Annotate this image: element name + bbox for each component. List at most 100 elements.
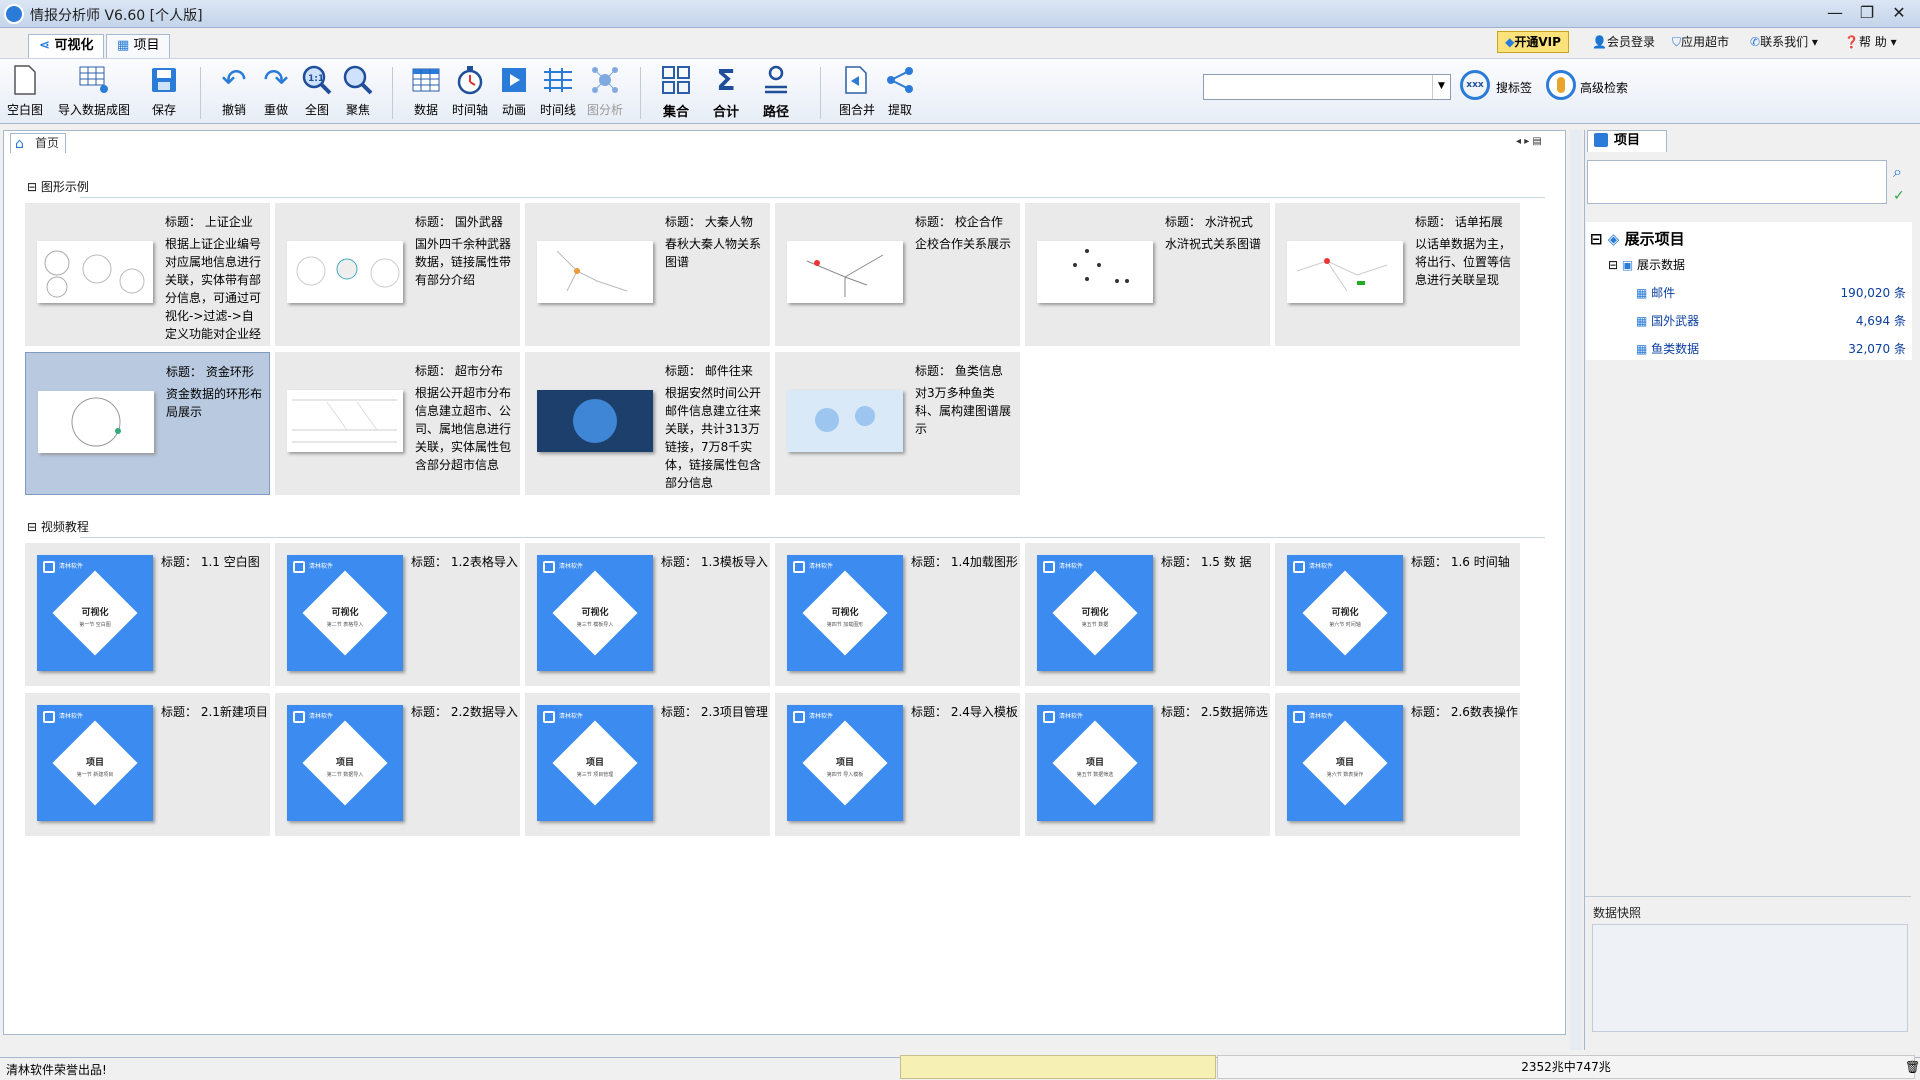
video-card[interactable]: 清林软件 可视化 第六节 时间轴 标题： 1.6 时间轴 (1275, 543, 1520, 686)
animation-button[interactable]: 动画 (496, 63, 532, 123)
example-card[interactable]: 标题： 上证企业 根据上证企业编号对应属地信息进行关联，实体带有部分信息，可通过可… (25, 203, 270, 346)
table-icon: ▦ (1636, 342, 1648, 356)
section-videos[interactable]: ⊟ 视频教程 (27, 518, 89, 535)
video-title: 标题： 2.5数据筛选 (1161, 705, 1268, 719)
minimize-icon[interactable]: — (1820, 1, 1850, 25)
video-card[interactable]: 清林软件 可视化 第五节 数据 标题： 1.5 数 据 (1025, 543, 1270, 686)
example-card[interactable]: 标题： 校企合作 企校合作关系展示 (775, 203, 1020, 346)
tree-item[interactable]: ▦ 邮件 190,020 条 (1636, 284, 1906, 302)
example-card[interactable]: 标题： 大秦人物 春秋大秦人物关系图谱 (525, 203, 770, 346)
example-card[interactable]: 标题： 超市分布 根据公开超市分布信息建立超市、公司、属地信息进行关联，实体属性包… (275, 352, 520, 495)
video-brand: 清林软件 (559, 713, 584, 720)
tab-nav-arrows[interactable]: ◂ ▸ ▤ (1516, 136, 1542, 147)
redo-button[interactable]: ↷ 重做 (258, 63, 294, 123)
collection-icon (659, 63, 693, 97)
blank-graph-button[interactable]: 空白图 (4, 63, 46, 123)
example-card[interactable]: 标题： 水浒祝式 水浒祝式关系图谱 (1025, 203, 1270, 346)
video-thumbnail: 清林软件 项目 第二节 数据导入 (287, 705, 403, 821)
tab-visualization[interactable]: ⋖ 可视化 (28, 34, 105, 58)
shop-icon: ⛉ (1672, 35, 1682, 49)
tab-home[interactable]: ⌂ 首页 (10, 133, 67, 153)
timeline-axis-button[interactable]: 时间轴 (449, 63, 491, 123)
memory-status: 2352兆中747兆 (1217, 1055, 1915, 1079)
collection-button[interactable]: 集合 (656, 63, 696, 123)
search-icon[interactable]: ⌕ (1893, 162, 1902, 182)
video-brand: 清林软件 (559, 563, 584, 570)
search-input[interactable]: ▼ (1203, 74, 1451, 100)
tree-item[interactable]: ▦ 鱼类数据 32,070 条 (1636, 340, 1906, 358)
example-desc: 春秋大秦人物关系图谱 (665, 237, 762, 269)
example-title: 标题： 话单拓展 (1415, 215, 1503, 229)
example-title: 标题： 国外武器 (415, 215, 503, 229)
merge-label: 图合并 (838, 103, 875, 117)
project-search-input[interactable] (1587, 160, 1887, 204)
extract-button[interactable]: 提取 (882, 63, 918, 123)
brand-logo-icon (793, 711, 805, 723)
tree-item[interactable]: ▦ 国外武器 4,694 条 (1636, 312, 1906, 330)
undo-button[interactable]: ↶ 撤销 (216, 63, 252, 123)
login-link[interactable]: 👤会员登录 (1592, 33, 1655, 50)
sigma-icon: Σ (716, 63, 736, 97)
vip-button[interactable]: ◆开通VIP (1497, 31, 1569, 53)
video-card[interactable]: 清林软件 项目 第五节 数据筛选 标题： 2.5数据筛选 (1025, 693, 1270, 836)
tag-search-icon[interactable]: xxx (1460, 70, 1490, 100)
video-thumb-sub: 第四节 加载图形 (826, 622, 864, 628)
section-examples[interactable]: ⊟ 图形示例 (27, 178, 89, 195)
focus-button[interactable]: 聚焦 (340, 63, 376, 123)
tree-folder[interactable]: ⊟ ▣ 展示数据 (1608, 256, 1685, 273)
video-card[interactable]: 清林软件 项目 第一节 新建项目 标题： 2.1新建项目 (25, 693, 270, 836)
advanced-search-icon[interactable] (1546, 70, 1576, 100)
video-card[interactable]: 清林软件 可视化 第二节 表格导入 标题： 1.2表格导入 (275, 543, 520, 686)
video-title: 标题： 2.4导入模板 (911, 705, 1018, 719)
video-card[interactable]: 清林软件 项目 第二节 数据导入 标题： 2.2数据导入 (275, 693, 520, 836)
video-thumbnail: 清林软件 可视化 第四节 加载图形 (787, 555, 903, 671)
video-card[interactable]: 清林软件 项目 第四节 导入模板 标题： 2.4导入模板 (775, 693, 1020, 836)
merge-graph-button[interactable]: 图合并 (836, 63, 878, 123)
example-card[interactable]: 标题： 鱼类信息 对3万多种鱼类科、属构建图谱展示 (775, 352, 1020, 495)
title-bar: 情报分析师 V6.60 [个人版] — ❐ ✕ (0, 0, 1920, 28)
path-button[interactable]: 路径 (756, 63, 796, 123)
example-card[interactable]: 标题： 国外武器 国外四千余种武器数据，链接属性带有部分介绍 (275, 203, 520, 346)
video-thumbnail: 清林软件 可视化 第一节 空白图 (37, 555, 153, 671)
advanced-search-button[interactable]: 高级检索 (1580, 79, 1628, 96)
example-card[interactable]: 标题： 资金环形 资金数据的环形布局展示 (25, 352, 270, 495)
table-icon: ▦ (117, 38, 130, 53)
brand-logo-icon (543, 561, 555, 573)
data-button[interactable]: 数据 (408, 63, 444, 123)
example-title: 标题： 邮件往来 (665, 364, 753, 378)
video-card[interactable]: 清林软件 项目 第三节 项目管理 标题： 2.3项目管理 (525, 693, 770, 836)
example-card[interactable]: 标题： 邮件往来 根据安然时间公开邮件信息建立往来关联，共计313万链接，7万8千… (525, 352, 770, 495)
help-link[interactable]: ❓帮 助 ▾ (1844, 33, 1897, 50)
save-button[interactable]: 保存 (146, 63, 182, 123)
fit-view-button[interactable]: 1:1 全图 (299, 63, 335, 123)
video-brand: 清林软件 (309, 563, 334, 570)
contact-link[interactable]: ✆联系我们 ▾ (1750, 33, 1818, 50)
tree-root[interactable]: ⊟ ◈ 展示项目 (1590, 228, 1685, 249)
video-card[interactable]: 清林软件 项目 第六节 数表操作 标题： 2.6数表操作 (1275, 693, 1520, 836)
chevron-down-icon[interactable]: ▼ (1432, 75, 1450, 99)
tab-project[interactable]: ▦ 项目 (106, 34, 171, 58)
status-progress (900, 1055, 1216, 1079)
maximize-icon[interactable]: ❐ (1852, 1, 1882, 25)
video-thumb-label: 项目 (585, 758, 604, 768)
video-card[interactable]: 清林软件 可视化 第四节 加载图形 标题： 1.4加载图形 (775, 543, 1020, 686)
play-icon (497, 63, 531, 97)
example-card[interactable]: 标题： 话单拓展 以话单数据为主，将出行、位置等信息进行关联呈现 (1275, 203, 1520, 346)
sum-button[interactable]: Σ 合计 (706, 63, 746, 123)
tag-search-button[interactable]: 搜标签 (1496, 79, 1532, 96)
apps-link[interactable]: ⛉应用超市 (1672, 33, 1729, 50)
video-thumb-sub: 第五节 数据 (1081, 622, 1109, 628)
graph-analysis-button[interactable]: 图分析 (582, 63, 628, 123)
vertical-splitter[interactable] (1570, 130, 1582, 1050)
brand-logo-icon (1043, 711, 1055, 723)
trash-icon[interactable]: 🗑 (1905, 1060, 1920, 1074)
tab-project-panel[interactable]: 项目 (1587, 130, 1667, 152)
tab-label: 项目 (133, 38, 160, 53)
import-data-button[interactable]: 导入数据成图 (52, 63, 136, 123)
close-icon[interactable]: ✕ (1884, 1, 1914, 25)
video-card[interactable]: 清林软件 可视化 第一节 空白图 标题： 1.1 空白图 (25, 543, 270, 686)
timeline-button[interactable]: 时间线 (537, 63, 579, 123)
video-card[interactable]: 清林软件 可视化 第三节 模板导入 标题： 1.3模板导入 (525, 543, 770, 686)
filter-icon[interactable]: ✓ (1893, 188, 1905, 204)
home-icon: ⌂ (15, 136, 24, 152)
